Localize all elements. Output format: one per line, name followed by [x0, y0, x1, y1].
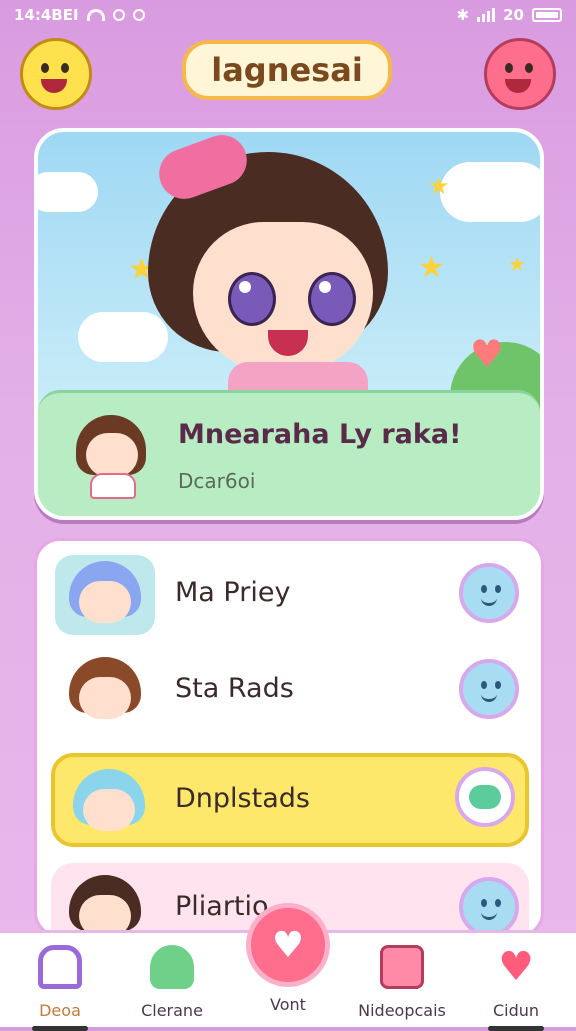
photo-album-icon	[380, 945, 424, 989]
hero-title: Mnearaha Ly raka!	[178, 419, 462, 450]
avatar	[68, 411, 158, 501]
battery-icon	[532, 8, 562, 22]
bottom-nav: Deoa Clerane ♥ Vont Nideopcais ♥ Cidun	[0, 903, 576, 1031]
star-icon: ★	[508, 252, 526, 276]
smile-icon[interactable]	[459, 563, 519, 623]
avatar	[55, 555, 155, 635]
heart-action-button[interactable]: ♥	[246, 903, 330, 987]
status-right-text: 20	[503, 6, 524, 24]
list-item-label: Sta Rads	[175, 673, 294, 704]
wink-face-icon[interactable]	[459, 877, 519, 935]
active-indicator	[32, 1026, 88, 1031]
heart-icon: ♥	[498, 944, 534, 990]
avatar	[59, 763, 159, 843]
character-illustration	[118, 132, 438, 402]
nav-label: Clerane	[141, 1001, 203, 1020]
list-item-label: Dnplstads	[175, 783, 310, 814]
wink-icon[interactable]	[459, 659, 519, 719]
hero-subtitle: Dcar6oi	[178, 469, 256, 493]
nav-item-home[interactable]: Deoa	[10, 939, 110, 1031]
cloud-icon	[440, 162, 540, 222]
list-item-label: Ma Priey	[175, 577, 291, 608]
hero-card[interactable]: ★ ★ ★ ★ ♥ Mnearaha Ly raka! Dcar6oi	[34, 128, 544, 520]
wifi-icon	[86, 9, 105, 21]
app-title: lagnesai	[182, 40, 392, 100]
nav-item-favorites[interactable]: ♥ Cidun	[466, 939, 566, 1031]
home-icon	[38, 945, 82, 989]
nav-label: Vont	[270, 995, 306, 1014]
nav-label: Nideopcais	[358, 1001, 446, 1020]
cloud-icon	[38, 172, 98, 212]
list-item[interactable]: Sta Rads	[51, 645, 529, 739]
signal-icon	[477, 8, 496, 22]
smiley-menu-icon[interactable]	[20, 38, 92, 110]
heart-icon: ♥	[469, 332, 504, 376]
list-item[interactable]: Ma Priey	[51, 549, 529, 643]
frog-icon	[150, 945, 194, 989]
heart-icon: ♥	[271, 924, 305, 966]
avatar	[55, 651, 155, 731]
list-item-label: Pliartio	[175, 891, 269, 922]
character-list: Ma Priey Sta Rads Dnplstads Pliartio	[34, 538, 544, 938]
hero-info-panel[interactable]: Mnearaha Ly raka! Dcar6oi	[38, 390, 540, 516]
nav-item-characters[interactable]: Clerane	[122, 939, 222, 1023]
avatar	[55, 869, 155, 935]
list-item-selected[interactable]: Dnplstads	[51, 753, 529, 847]
notification-icon	[132, 9, 145, 21]
status-bar: 14:4BEI ✱ 20	[0, 0, 576, 30]
nav-label: Deoa	[39, 1001, 81, 1020]
profile-face-icon[interactable]	[484, 38, 556, 110]
nav-item-gallery[interactable]: Nideopcais	[352, 939, 452, 1023]
bluetooth-icon: ✱	[456, 6, 470, 24]
status-time: 14:4BEI	[14, 6, 79, 24]
sync-icon	[112, 9, 125, 21]
nav-label: Cidun	[492, 1001, 540, 1020]
chat-bubble-icon[interactable]	[455, 767, 515, 827]
nav-indicator	[488, 1026, 544, 1031]
app-header: lagnesai	[0, 30, 576, 120]
